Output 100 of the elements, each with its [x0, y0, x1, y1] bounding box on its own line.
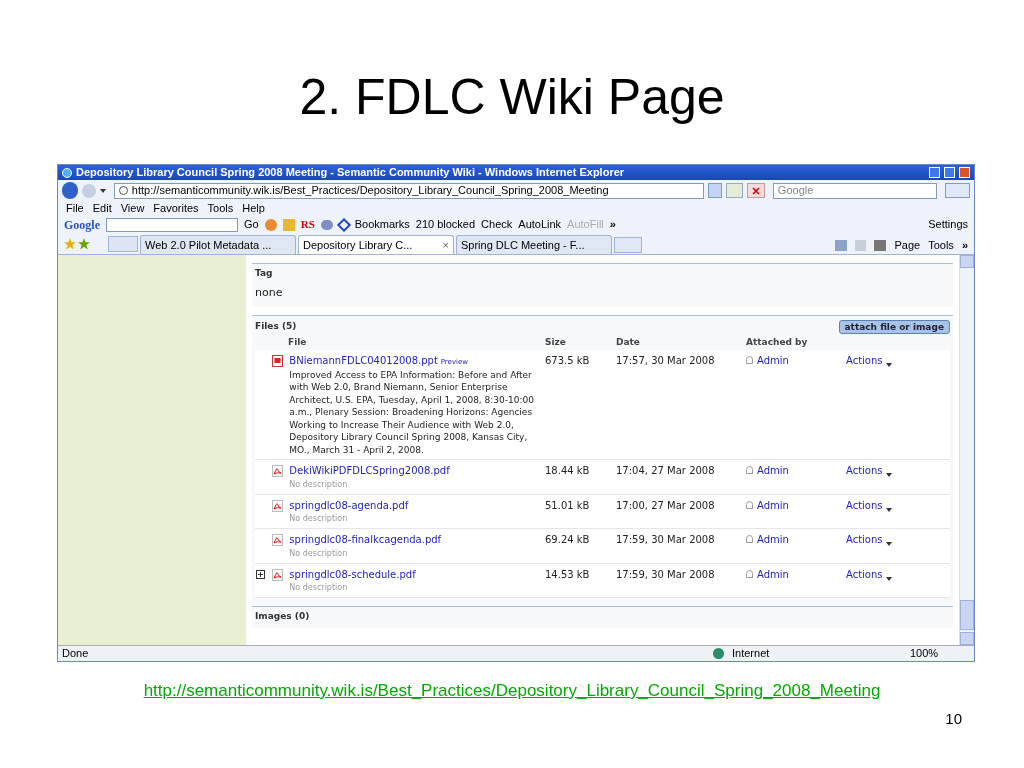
menu-item[interactable]: Help: [242, 203, 265, 214]
quick-tabs-button[interactable]: [108, 236, 138, 252]
column-header: File: [287, 336, 308, 350]
pdf-file-icon: [272, 465, 284, 477]
close-icon[interactable]: [959, 167, 970, 178]
caret-icon: [885, 576, 892, 581]
caret-icon: [885, 473, 892, 477]
actions-menu[interactable]: Actions: [846, 353, 883, 368]
toolbar-icon[interactable]: [320, 219, 333, 230]
toolbar-icon[interactable]: [282, 218, 295, 231]
pdf-file-icon: [272, 499, 284, 512]
expand-icon[interactable]: [256, 569, 266, 579]
pdf-file-icon: [272, 568, 284, 581]
menu-item[interactable]: File: [66, 203, 84, 214]
minimize-icon[interactable]: [929, 167, 940, 178]
file-size: 69.24 kB: [545, 533, 591, 547]
close-icon: [752, 186, 761, 195]
file-description: No description: [289, 547, 349, 560]
file-link[interactable]: springdlc08-finalkcagenda.pdf: [289, 534, 442, 545]
file-description: No description: [289, 582, 349, 594]
menu-item[interactable]: Tools: [207, 203, 234, 214]
page-menu[interactable]: Page: [894, 240, 921, 251]
author-link[interactable]: Admin: [757, 532, 789, 547]
images-heading: Images (0): [255, 611, 310, 621]
window-title: Depository Library Council Spring 2008 Meeting - Semantic Community Wiki - Windows Internet Explorer: [76, 167, 626, 178]
status-text: Done: [62, 648, 90, 659]
file-date: 17:57, 30 Mar 2008: [616, 354, 716, 368]
column-header: Size: [545, 336, 567, 350]
file-size: 673.5 kB: [545, 354, 591, 368]
scrollbar[interactable]: [959, 255, 974, 645]
stop-button[interactable]: [747, 183, 765, 198]
toolbar-icon[interactable]: [264, 218, 277, 231]
file-description: No description: [289, 513, 349, 525]
actions-menu[interactable]: Actions: [846, 532, 883, 547]
more-commands-button[interactable]: »: [961, 240, 968, 251]
column-header: Date: [616, 336, 641, 350]
file-link[interactable]: springdlc08-schedule.pdf: [289, 568, 416, 580]
menu-item[interactable]: Favorites: [153, 203, 199, 214]
autolink-button[interactable]: AutoLink: [518, 219, 562, 230]
zoom-level[interactable]: 100%: [910, 648, 970, 659]
refresh-button[interactable]: [726, 183, 744, 198]
forward-button[interactable]: [82, 183, 96, 198]
maximize-icon[interactable]: [944, 167, 955, 178]
slide-number: 10: [945, 708, 962, 729]
google-logo: Google: [64, 218, 100, 231]
author-link[interactable]: Admin: [757, 353, 789, 368]
actions-menu[interactable]: Actions: [846, 497, 883, 513]
caret-icon: [885, 363, 892, 367]
scroll-down-button[interactable]: [960, 632, 974, 645]
presentation-file-icon: [272, 355, 284, 367]
new-tab-button[interactable]: [614, 237, 642, 253]
menu-item[interactable]: Edit: [92, 203, 112, 214]
spell-check-button[interactable]: Check: [481, 219, 513, 230]
dropdown-button[interactable]: [707, 183, 723, 198]
globe-icon: [713, 648, 724, 659]
popup-blocker-button[interactable]: 210 blocked: [415, 219, 476, 230]
scroll-thumb[interactable]: [960, 600, 974, 630]
file-date: 17:00, 27 Mar 2008: [616, 498, 716, 513]
file-date: 17:04, 27 Mar 2008: [616, 464, 716, 478]
favorites-star-icon[interactable]: [64, 238, 76, 250]
address-field[interactable]: http://semanticommunity.wik.is/Best_Practices/Depository_Library_Council_Spring_2008_Meeting: [113, 182, 704, 199]
go-button[interactable]: Go: [244, 219, 259, 230]
google-search-field[interactable]: [106, 217, 238, 232]
file-date: 17:59, 30 Mar 2008: [616, 533, 716, 547]
browser-tab[interactable]: Depository Library C... ×: [298, 235, 454, 254]
actions-menu[interactable]: Actions: [846, 463, 883, 478]
security-zone: Internet: [732, 648, 771, 659]
file-size: 51.01 kB: [545, 498, 591, 513]
tools-menu[interactable]: Tools: [928, 240, 954, 251]
caret-icon: [885, 542, 892, 546]
attach-file-button[interactable]: attach file or image: [838, 320, 950, 334]
close-tab-button[interactable]: ×: [442, 239, 449, 251]
rs-button[interactable]: RS: [300, 219, 315, 230]
search-field[interactable]: Google: [772, 182, 937, 199]
back-button[interactable]: [62, 182, 79, 199]
menu-item[interactable]: View: [120, 203, 145, 214]
add-favorites-icon[interactable]: [78, 238, 90, 250]
files-heading: Files (5): [255, 320, 297, 334]
author-link[interactable]: Admin: [757, 566, 789, 582]
author-link[interactable]: Admin: [757, 497, 789, 513]
file-link[interactable]: BNiemannFDLC04012008.ppt: [289, 355, 438, 366]
author-link[interactable]: Admin: [757, 463, 789, 478]
settings-button[interactable]: Settings: [928, 219, 968, 230]
search-button[interactable]: [944, 183, 970, 198]
file-link[interactable]: springdlc08-agenda.pdf: [289, 499, 409, 511]
file-description: Improved Access to EPA Information: Before and After with Web 2.0, Brand Niemann, Senior Enterprise Architect, U.S. EPA, Tuesday, April 1, 2008, 8:30-10:00 a.m., Plenary Session: Broadening Horizons: Agencies Working to Increase Their Audience with Web 2.0, Depository Library Council Spring 2008, Kansas City, MO., March 31 - April 2, 2008.: [289, 368, 535, 456]
browser-tab[interactable]: Spring DLC Meeting - F...: [456, 235, 612, 254]
scroll-up-button[interactable]: [960, 255, 974, 268]
caret-icon: [99, 188, 106, 193]
file-link[interactable]: DekiWikiPDFDLCSpring2008.pdf: [289, 465, 450, 476]
file-date: 17:59, 30 Mar 2008: [616, 567, 716, 582]
bookmarks-button[interactable]: Bookmarks: [354, 219, 410, 230]
file-description: No description: [289, 478, 349, 491]
slide-title: 2. FDLC Wiki Page: [299, 72, 725, 122]
column-header: Attached by: [746, 336, 808, 350]
caret-icon: [885, 507, 892, 512]
more-button[interactable]: »: [609, 219, 616, 230]
actions-menu[interactable]: Actions: [846, 566, 883, 582]
file-size: 14.53 kB: [545, 567, 591, 582]
browser-tab[interactable]: Web 2.0 Pilot Metadata ...: [140, 235, 296, 254]
